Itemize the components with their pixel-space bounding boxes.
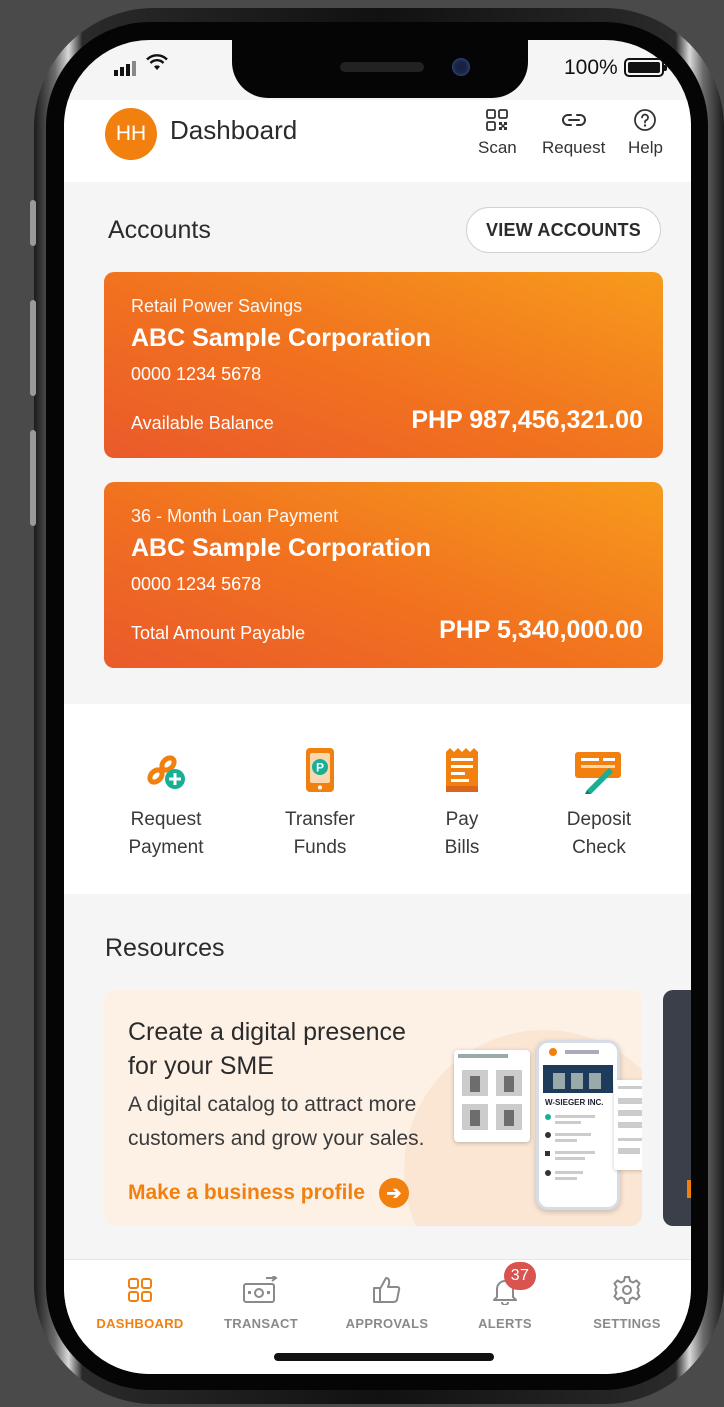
promo-card[interactable]: W-SIEGER INC. Create a digital presence … bbox=[104, 990, 642, 1226]
notch bbox=[232, 40, 528, 98]
deposit-check-icon bbox=[573, 740, 625, 800]
payable-label: Total Amount Payable bbox=[131, 623, 306, 643]
qr-code-icon bbox=[486, 106, 509, 134]
nav-label: ALERTS bbox=[478, 1316, 532, 1331]
scan-label: Scan bbox=[478, 138, 517, 157]
front-camera bbox=[452, 58, 470, 76]
screen: 100% HH Dashboard Scan Request Help Acco… bbox=[64, 40, 691, 1374]
thumbs-up-icon bbox=[372, 1270, 402, 1310]
quick-action-label: Deposit Check bbox=[566, 809, 632, 858]
account-card-loan[interactable]: 36 - Month Loan Payment ABC Sample Corpo… bbox=[104, 482, 663, 668]
battery-icon bbox=[624, 58, 667, 77]
quick-action-label: Pay Bills bbox=[444, 809, 480, 858]
app-header: HH Dashboard Scan Request Help bbox=[64, 100, 691, 182]
mute-switch bbox=[30, 200, 36, 246]
business-profile-illustration: W-SIEGER INC. bbox=[536, 1040, 620, 1210]
battery-percent: 100% bbox=[564, 56, 618, 79]
request-button[interactable]: Request bbox=[542, 106, 605, 158]
quick-actions: Request Payment P Transfer Funds Pay Bills … bbox=[64, 704, 691, 894]
nav-settings[interactable]: SETTINGS bbox=[572, 1270, 682, 1331]
business-detail-illustration bbox=[614, 1080, 642, 1170]
account-name: ABC Sample Corporation bbox=[131, 534, 432, 562]
help-icon bbox=[633, 106, 657, 134]
account-type: Retail Power Savings bbox=[131, 296, 303, 316]
mock-company-name: W-SIEGER INC. bbox=[545, 1098, 604, 1107]
account-number: 0000 1234 5678 bbox=[131, 574, 262, 594]
alerts-count-badge: 37 bbox=[504, 1262, 536, 1290]
transfer-funds-icon: P bbox=[302, 740, 338, 800]
view-accounts-button[interactable]: VIEW ACCOUNTS bbox=[466, 207, 661, 253]
home-indicator[interactable] bbox=[274, 1353, 494, 1361]
arrow-right-icon: ➔ bbox=[378, 1178, 409, 1208]
nav-label: DASHBOARD bbox=[96, 1316, 184, 1331]
transact-cash-icon bbox=[242, 1270, 280, 1310]
account-card-savings[interactable]: Retail Power Savings ABC Sample Corporat… bbox=[104, 272, 663, 458]
request-payment-icon bbox=[142, 740, 190, 800]
nav-transact[interactable]: TRANSACT bbox=[206, 1270, 316, 1331]
resources-heading: Resources bbox=[105, 934, 225, 962]
wifi-icon bbox=[146, 54, 168, 78]
deposit-check-button[interactable]: Deposit Check bbox=[529, 704, 669, 862]
help-button[interactable]: Help bbox=[628, 106, 663, 158]
make-business-profile-link[interactable]: Make a business profile ➔ bbox=[128, 1178, 409, 1208]
account-type: 36 - Month Loan Payment bbox=[131, 506, 339, 526]
gear-icon bbox=[612, 1270, 642, 1310]
link-icon bbox=[561, 106, 587, 134]
balance-label: Available Balance bbox=[131, 413, 274, 433]
signal-icon bbox=[114, 60, 136, 76]
transfer-funds-button[interactable]: P Transfer Funds bbox=[250, 704, 390, 862]
account-number: 0000 1234 5678 bbox=[131, 364, 262, 384]
volume-down-button bbox=[30, 430, 36, 526]
account-name: ABC Sample Corporation bbox=[131, 324, 432, 352]
volume-up-button bbox=[30, 300, 36, 396]
nav-label: TRANSACT bbox=[224, 1316, 298, 1331]
speaker-grille bbox=[340, 62, 424, 72]
request-label: Request bbox=[542, 138, 606, 157]
payable-amount: PHP 5,340,000.00 bbox=[439, 616, 643, 644]
scan-button[interactable]: Scan bbox=[478, 106, 517, 158]
nav-alerts[interactable]: 37 ALERTS bbox=[450, 1262, 560, 1331]
nav-approvals[interactable]: APPROVALS bbox=[332, 1270, 442, 1331]
promo-title: Create a digital presence for your SME bbox=[128, 1018, 406, 1080]
nav-dashboard[interactable]: DASHBOARD bbox=[85, 1270, 195, 1331]
next-promo-card-peek[interactable] bbox=[663, 990, 691, 1226]
bell-icon: 37 bbox=[490, 1262, 536, 1310]
pay-bills-icon bbox=[442, 740, 482, 800]
balance-amount: PHP 987,456,321.00 bbox=[411, 406, 643, 434]
promo-subtitle: A digital catalog to attract more custom… bbox=[128, 1093, 425, 1150]
quick-action-label: Request Payment bbox=[128, 809, 204, 858]
page-title: Dashboard bbox=[170, 115, 298, 145]
pay-bills-button[interactable]: Pay Bills bbox=[392, 704, 532, 862]
quick-action-label: Transfer Funds bbox=[284, 809, 356, 858]
nav-label: SETTINGS bbox=[593, 1316, 661, 1331]
help-label: Help bbox=[628, 138, 663, 157]
promo-link-label: Make a business profile bbox=[128, 1181, 365, 1204]
nav-label: APPROVALS bbox=[345, 1316, 429, 1331]
svg-text:P: P bbox=[316, 761, 324, 775]
request-payment-button[interactable]: Request Payment bbox=[96, 704, 236, 862]
avatar[interactable]: HH bbox=[105, 108, 157, 160]
accounts-heading: Accounts bbox=[108, 216, 211, 244]
dashboard-grid-icon bbox=[127, 1270, 153, 1310]
